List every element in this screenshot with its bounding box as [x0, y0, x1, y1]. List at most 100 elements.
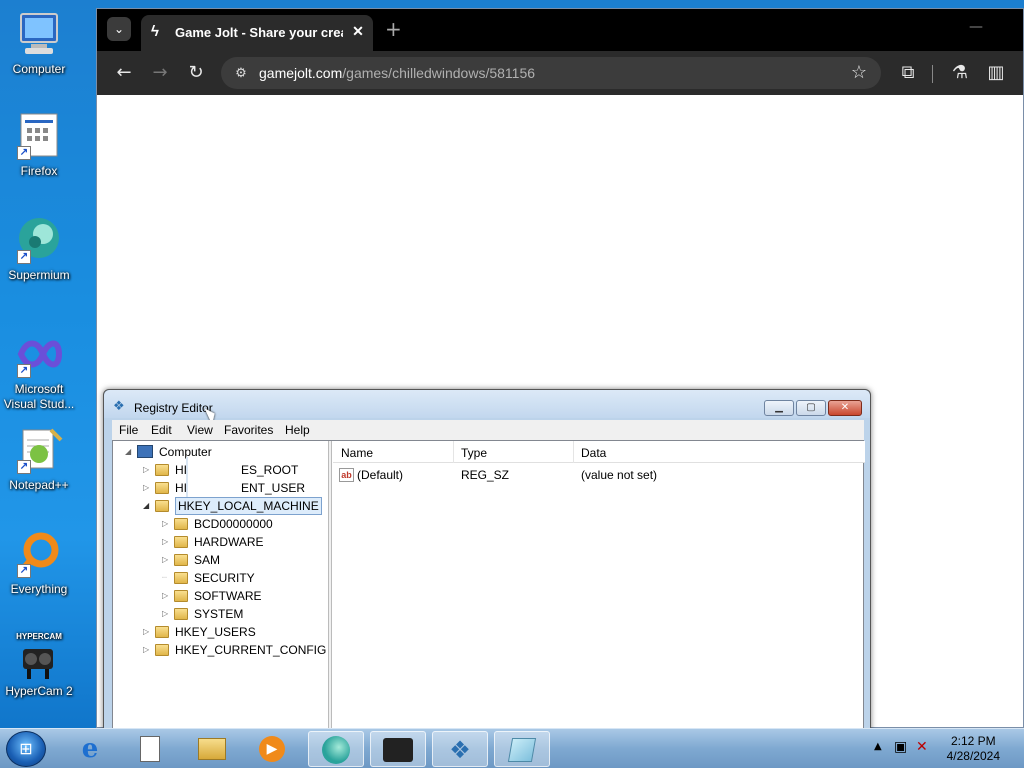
maximize-button[interactable]: ▢	[796, 400, 826, 416]
pane-splitter[interactable]	[328, 441, 332, 729]
back-icon[interactable]: ←	[112, 61, 136, 85]
desktop-icon-visual-studio[interactable]: ↗ Microsoft Visual Stud...	[2, 330, 76, 412]
desktop-icon-supermium[interactable]: ↗ Supermium	[2, 216, 76, 283]
desktop-icon-notepadpp[interactable]: ↗ Notepad++	[2, 426, 76, 493]
side-panel-icon[interactable]: ▥	[984, 61, 1008, 85]
value-row[interactable]: ab (Default) REG_SZ (value not set)	[333, 465, 865, 485]
network-icon[interactable]: ▣	[894, 739, 907, 755]
expand-icon[interactable]: ▷	[162, 515, 172, 533]
registry-editor-titlebar[interactable]: ❖ Registry Editor ▁ ▢ ✕	[104, 390, 870, 425]
expand-icon[interactable]: ▷	[162, 605, 172, 623]
tab-search-button[interactable]: ⌄	[107, 17, 131, 41]
taskbar-item-notepad[interactable]	[494, 731, 550, 767]
clock[interactable]: 2:12 PM 4/28/2024	[947, 734, 1000, 764]
menu-help[interactable]: Help	[285, 423, 310, 437]
folder-icon	[174, 536, 188, 548]
taskbar-item-regedit[interactable]: ❖	[432, 731, 488, 767]
forward-icon[interactable]: →	[148, 61, 172, 85]
chevron-down-icon: ⌄	[113, 22, 125, 36]
close-button[interactable]: ✕	[828, 400, 862, 416]
collapse-icon[interactable]: ◢	[125, 443, 135, 461]
folder-icon	[155, 626, 169, 638]
folder-icon	[174, 572, 188, 584]
column-data[interactable]: Data	[581, 446, 606, 460]
visual-studio-icon: ↗	[15, 330, 63, 378]
desktop-icon-label: Everything	[10, 582, 68, 596]
tree-label: HKEY_USERS	[175, 625, 256, 639]
menu-file[interactable]: File	[119, 423, 138, 437]
expand-icon[interactable]: ▷	[162, 533, 172, 551]
tab-game-jolt[interactable]: ϟ Game Jolt - Share your creations ✕	[141, 15, 373, 51]
address-bar[interactable]: ⚙ gamejolt.com/games/chilledwindows/5811…	[221, 57, 881, 89]
expand-icon[interactable]: ▷	[162, 551, 172, 569]
desktop-icon-label: Supermium	[8, 268, 70, 282]
folder-icon	[155, 482, 169, 494]
column-type[interactable]: Type	[461, 446, 487, 460]
taskbar-item-ie[interactable]: e	[62, 731, 118, 767]
show-hidden-icons-button[interactable]: ▲	[874, 741, 882, 752]
supermium-icon: ↗	[15, 216, 63, 264]
string-value-icon: ab	[339, 468, 354, 482]
browser-toolbar: ← → ↻ ⚙ gamejolt.com/games/chilledwindow…	[97, 51, 1023, 95]
desktop-icon-hypercam[interactable]: HYPERCAM HyperCam 2	[2, 632, 76, 699]
site-info-icon[interactable]: ⚙	[231, 63, 251, 83]
window-title: Registry Editor	[134, 401, 213, 415]
volume-muted-icon[interactable]: ✕	[916, 739, 928, 755]
game-jolt-icon: ϟ	[151, 23, 159, 40]
supermium-icon	[322, 736, 350, 764]
taskbar-item-document[interactable]	[122, 731, 178, 767]
hypercam-icon: HYPERCAM	[15, 632, 63, 680]
registry-editor-window: ❖ Registry Editor ▁ ▢ ✕ File Edit View F…	[103, 389, 871, 735]
shortcut-arrow-icon: ↗	[17, 564, 31, 578]
shortcut-arrow-icon: ↗	[17, 460, 31, 474]
taskbar-item-supermium[interactable]	[308, 731, 364, 767]
shortcut-arrow-icon: ↗	[17, 250, 31, 264]
desktop-icon-label: Firefox	[20, 164, 58, 178]
folder-icon	[155, 464, 169, 476]
expand-icon[interactable]: ▷	[162, 587, 172, 605]
bookmark-star-icon[interactable]: ☆	[851, 62, 867, 83]
labs-flask-icon[interactable]: ⚗	[948, 61, 972, 85]
reload-icon[interactable]: ↻	[184, 61, 208, 85]
tree-label-tail: ES_ROOT	[241, 463, 299, 477]
taskbar-item-hypercam[interactable]	[370, 731, 426, 767]
url-text: gamejolt.com/games/chilledwindows/581156	[259, 65, 535, 81]
value-name: (Default)	[357, 468, 404, 482]
collapse-icon[interactable]: ◢	[143, 497, 153, 515]
menu-favorites[interactable]: Favorites	[224, 423, 273, 437]
taskbar-item-media-player[interactable]: ▶	[244, 731, 300, 767]
desktop-icon-firefox[interactable]: ↗ Firefox	[2, 112, 76, 179]
expand-icon[interactable]: ▷	[143, 623, 153, 641]
tree-label: HARDWARE	[194, 535, 264, 549]
desktop-icon-computer[interactable]: Computer	[2, 10, 76, 77]
menu-edit[interactable]: Edit	[151, 423, 172, 437]
shortcut-arrow-icon: ↗	[17, 364, 31, 378]
tree-label: SAM	[194, 553, 221, 567]
column-divider[interactable]	[573, 441, 574, 463]
notepadpp-icon: ↗	[15, 426, 63, 474]
url-host: gamejolt.com	[259, 65, 343, 81]
everything-icon: ↗	[15, 530, 63, 578]
registry-tree: ◢ Computer ▷ HI ES_ROOT ▷ HI ENT_USER ◢	[113, 441, 328, 729]
desktop-icon-everything[interactable]: ↗ Everything	[2, 530, 76, 597]
menu-view[interactable]: View	[187, 423, 213, 437]
close-tab-icon[interactable]: ✕	[349, 22, 367, 40]
taskbar-item-explorer[interactable]	[184, 731, 240, 767]
column-name[interactable]: Name	[341, 446, 373, 460]
expand-icon[interactable]: ▷	[143, 641, 153, 659]
registry-editor-body: ◢ Computer ▷ HI ES_ROOT ▷ HI ENT_USER ◢	[112, 440, 865, 730]
windows-logo-icon: ⊞	[19, 739, 33, 758]
regedit-icon: ❖	[449, 736, 471, 764]
list-header: Name Type Data	[333, 441, 865, 463]
start-button[interactable]: ⊞	[6, 731, 46, 767]
minimize-button[interactable]: ▁	[764, 400, 794, 416]
desktop-icon-label: Microsoft	[14, 382, 64, 396]
column-divider[interactable]	[453, 441, 454, 463]
minimize-icon[interactable]: —	[969, 19, 983, 35]
expand-icon[interactable]: ▷	[143, 461, 153, 479]
new-tab-button[interactable]: +	[385, 19, 402, 39]
extensions-icon[interactable]: ⧉	[896, 61, 920, 85]
toolbar-separator	[932, 65, 933, 83]
expand-icon[interactable]: ▷	[143, 479, 153, 497]
desktop-icon-label: Visual Stud...	[3, 397, 75, 411]
